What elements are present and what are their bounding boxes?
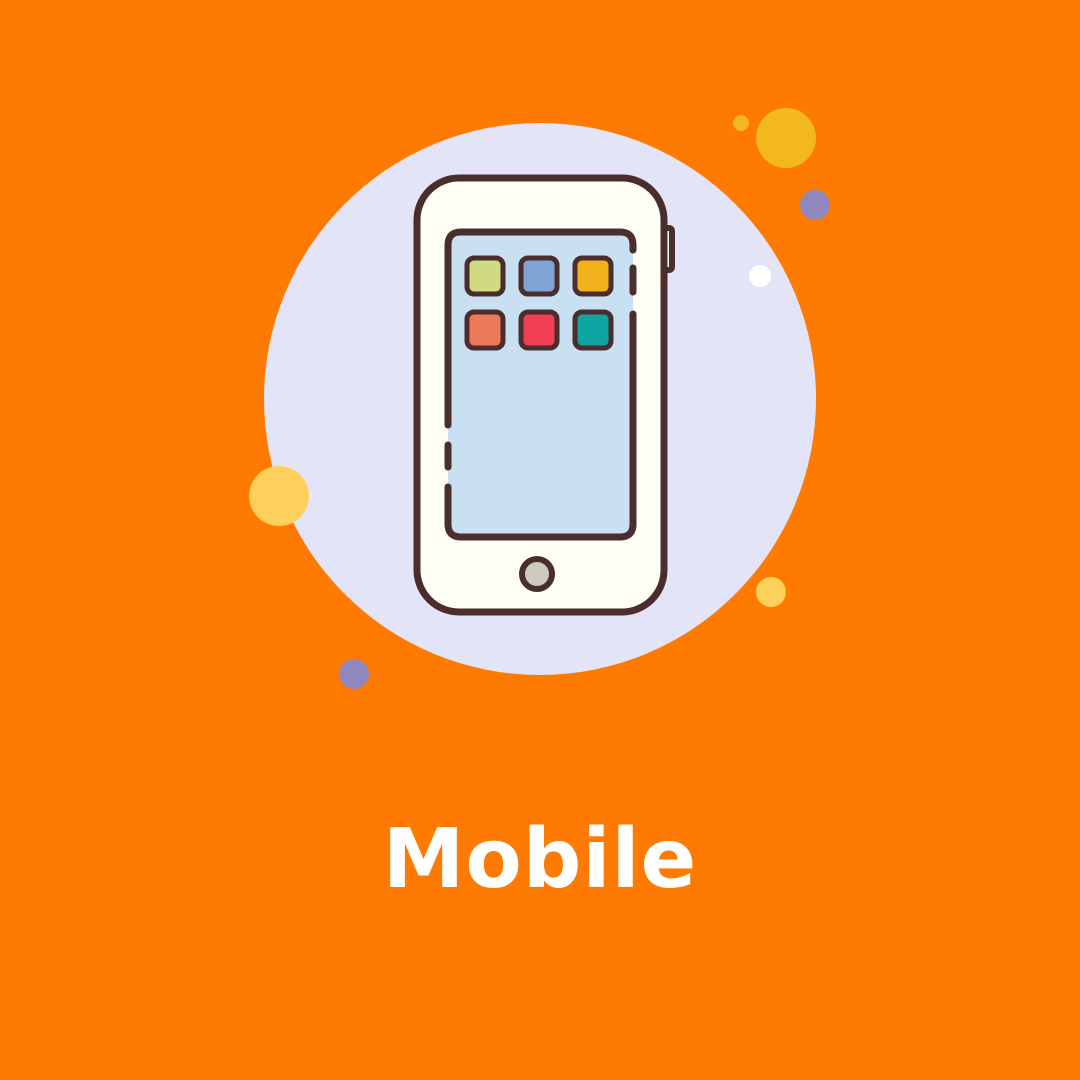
- decor-dot: [800, 190, 830, 220]
- app-tile: [572, 309, 614, 351]
- decor-dot: [749, 265, 771, 287]
- mobile-illustration: [249, 108, 830, 689]
- decor-dot: [249, 466, 309, 526]
- mobile-card: { "title": "Mobile", "icon": "mobile-pho…: [0, 0, 1080, 1080]
- decor-dot: [339, 659, 369, 689]
- app-tile: [464, 255, 506, 297]
- app-tile: [518, 255, 560, 297]
- decor-dot: [733, 115, 749, 131]
- page-title: Mobile: [382, 812, 698, 907]
- home-button: [519, 556, 555, 592]
- mobile-phone-icon: [413, 174, 675, 616]
- app-tile: [572, 255, 614, 297]
- app-tile: [464, 309, 506, 351]
- decor-dot: [756, 108, 816, 168]
- decor-dot: [756, 577, 786, 607]
- app-tile: [518, 309, 560, 351]
